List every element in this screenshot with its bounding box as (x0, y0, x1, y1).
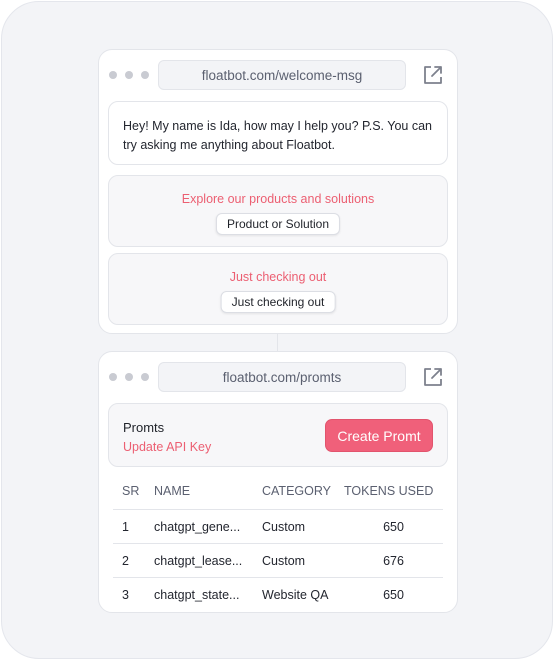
cell-tokens: 650 (383, 587, 404, 602)
card-connector-line (277, 332, 278, 352)
window-dot-icon (109, 71, 117, 79)
cell-tokens: 676 (344, 543, 443, 578)
column-header-name[interactable]: NAME (154, 473, 262, 510)
update-api-key-link[interactable]: Update API Key (123, 440, 211, 454)
option-card-products: Explore our products and solutions Produ… (108, 175, 448, 247)
just-checking-out-button[interactable]: Just checking out (220, 291, 336, 313)
column-header-category[interactable]: CATEGORY (262, 473, 344, 510)
browser-topbar: floatbot.com/promts (99, 352, 457, 402)
prompts-card: floatbot.com/promts Promts Update API Ke… (98, 351, 458, 613)
cell-category: Custom (262, 509, 344, 544)
url-bar[interactable]: floatbot.com/welcome-msg (158, 60, 406, 90)
window-dot-icon (125, 71, 133, 79)
cell-name: chatgpt_state... (154, 587, 240, 602)
window-dot-icon (141, 373, 149, 381)
option-card-checking-out: Just checking out Just checking out (108, 253, 448, 325)
table-row[interactable]: 3 chatgpt_state... Website QA 650 (113, 578, 443, 612)
welcome-msg-card: floatbot.com/welcome-msg Hey! My name is… (98, 49, 458, 334)
table-header-row: SR NAME CATEGORY TOKENS USED (113, 473, 443, 510)
table-row[interactable]: 2 chatgpt_lease... Custom 676 (113, 543, 443, 578)
cell-category: Website QA (262, 587, 329, 602)
product-or-solution-button[interactable]: Product or Solution (215, 213, 341, 235)
window-dot-icon (109, 373, 117, 381)
window-dot-icon (125, 373, 133, 381)
cell-sr: 1 (113, 509, 154, 544)
cell-tokens: 650 (344, 509, 443, 544)
table-row[interactable]: 1 chatgpt_gene... Custom 650 (113, 509, 443, 544)
column-header-sr[interactable]: SR (113, 473, 154, 510)
cell-name: chatgpt_gene... (154, 509, 262, 544)
option-title: Explore our products and solutions (181, 192, 375, 206)
prompts-table: SR NAME CATEGORY TOKENS USED 1 chatgpt_g… (113, 473, 443, 611)
prompts-header: Promts Update API Key Create Promt (108, 403, 448, 467)
external-link-icon[interactable] (422, 366, 444, 388)
cell-sr: 2 (113, 543, 154, 578)
create-prompt-button[interactable]: Create Promt (325, 419, 433, 452)
bot-welcome-message: Hey! My name is Ida, how may I help you?… (108, 101, 448, 165)
url-bar[interactable]: floatbot.com/promts (158, 362, 406, 392)
cell-name: chatgpt_lease... (154, 543, 262, 578)
prompts-title: Promts (123, 420, 165, 435)
cell-category: Custom (262, 543, 344, 578)
column-header-tokens-used[interactable]: TOKENS USED (344, 473, 443, 510)
external-link-icon[interactable] (422, 64, 444, 86)
window-dot-icon (141, 71, 149, 79)
browser-topbar: floatbot.com/welcome-msg (99, 50, 457, 100)
option-title: Just checking out (229, 270, 327, 284)
cell-sr: 3 (122, 587, 129, 602)
